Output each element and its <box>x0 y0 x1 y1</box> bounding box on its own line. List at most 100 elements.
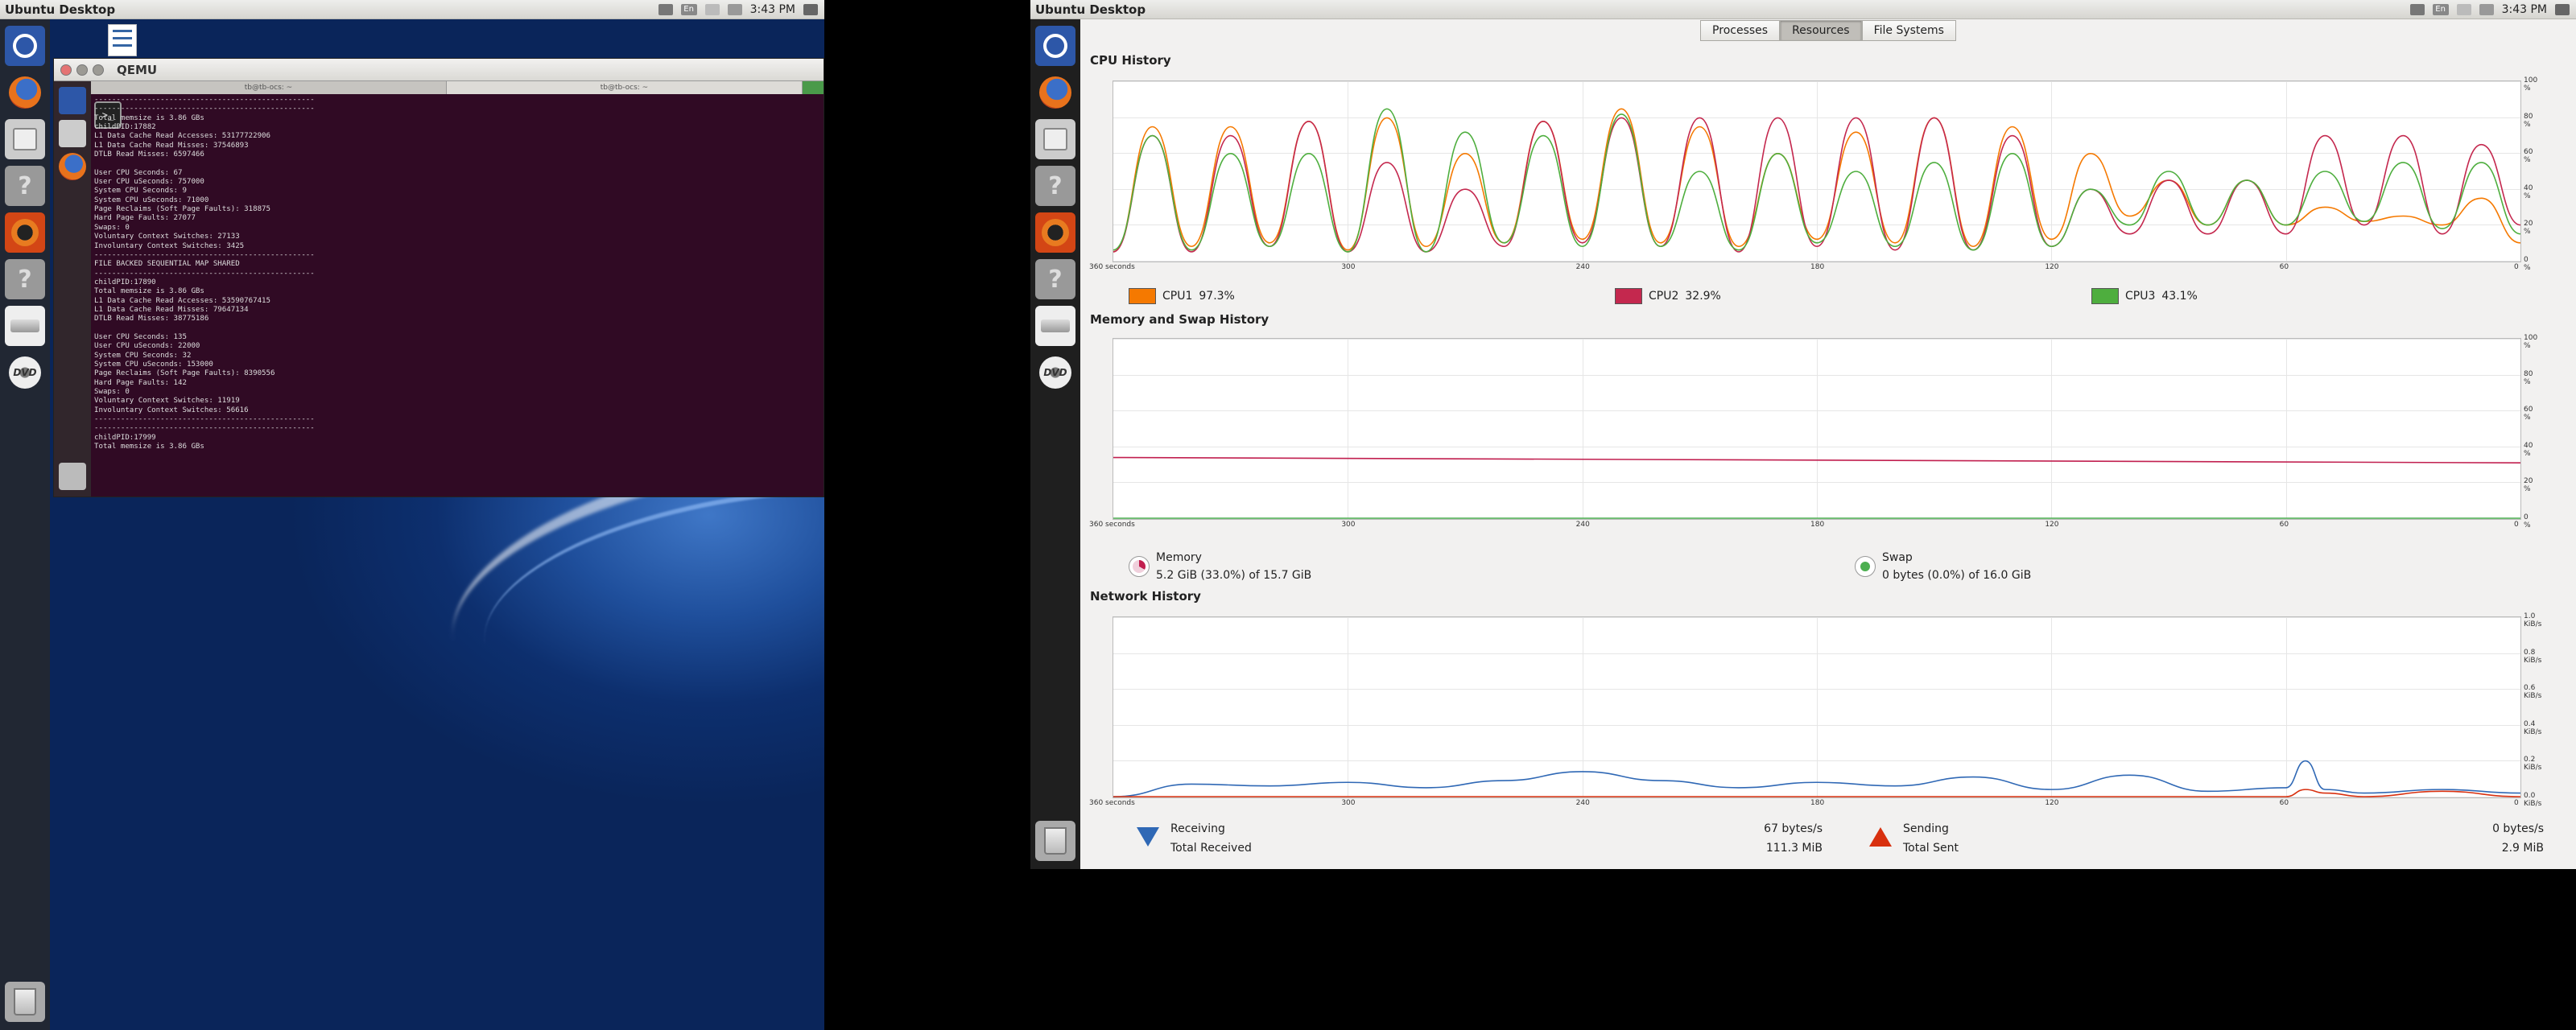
terminal-tab-2[interactable]: tb@tb-ocs: ~ <box>447 81 803 94</box>
guest-display[interactable]: >_ tb@tb-ocs: ~ tb@tb-ocs: ~ -----------… <box>54 81 824 496</box>
minimize-icon[interactable] <box>76 64 88 76</box>
trash-icon-2[interactable] <box>1035 821 1075 861</box>
network-icon-2[interactable] <box>2409 3 2425 15</box>
ubuntu-one-icon[interactable] <box>5 212 45 253</box>
system-monitor: Processes Resources File Systems CPU His… <box>1080 19 2576 869</box>
terminal-tab-1[interactable]: tb@tb-ocs: ~ <box>91 81 447 94</box>
sending-arrow-icon[interactable] <box>1869 827 1892 847</box>
mem-y-tick-label: 80 % <box>2524 369 2533 386</box>
guest-trash-icon[interactable] <box>59 463 86 490</box>
sending-value: 0 bytes/s <box>2492 822 2544 835</box>
dash-home-icon-2[interactable] <box>1035 26 1075 66</box>
mail-icon[interactable] <box>704 3 720 15</box>
cpu-x-tick-label: 240 <box>1575 263 1590 271</box>
desktop-screen-2: Ubuntu Desktop En 3:43 PM ? ? DVD Proces… <box>1030 0 2576 869</box>
mail-icon-2[interactable] <box>2456 3 2471 15</box>
battery-icon-2[interactable] <box>2479 3 2494 15</box>
swap-legend: Swap 0 bytes (0.0%) of 16.0 GiB <box>1855 549 2031 584</box>
swap-label: Swap <box>1882 551 1913 564</box>
dash-home-icon[interactable] <box>5 26 45 66</box>
qemu-window: QEMU >_ tb@tb-ocs: ~ tb@tb-ocs: ~ ------… <box>53 58 824 497</box>
swap-pie-icon[interactable] <box>1855 556 1876 577</box>
clock-2[interactable]: 3:43 PM <box>2502 3 2547 16</box>
disk-drive-icon-2[interactable] <box>1035 306 1075 346</box>
mem-x-tick-label: 300 <box>1341 521 1356 529</box>
unknown-app-icon[interactable]: ? <box>5 166 45 206</box>
cpu3-color-swatch[interactable] <box>2091 288 2119 304</box>
terminal-line: User CPU Seconds: 135 <box>94 332 187 341</box>
cpu-x-tick-label: 180 <box>1810 263 1825 271</box>
battery-icon[interactable] <box>727 3 742 15</box>
net-series-receiving <box>1113 760 2520 797</box>
receiving-arrow-icon[interactable] <box>1137 827 1159 847</box>
memory-history-graph: 100 % 80 % 60 % 40 % 20 % 0 % 360 seconds 300 24… <box>1089 334 2537 529</box>
net-x-tick-label: 180 <box>1810 799 1825 807</box>
swap-detail: 0 bytes (0.0%) of 16.0 GiB <box>1882 569 2032 582</box>
mem-y-tick-label: 60 % <box>2524 406 2533 422</box>
terminal-tabs: tb@tb-ocs: ~ tb@tb-ocs: ~ <box>91 81 824 94</box>
dvd-icon-2[interactable]: DVD <box>1035 352 1075 393</box>
net-y-tick-label: 0.2 KiB/s <box>2524 756 2542 772</box>
firefox-icon-2[interactable] <box>1035 72 1075 113</box>
receiving-label: Receiving <box>1170 822 1225 835</box>
unknown-app-icon-3[interactable]: ? <box>1035 166 1075 206</box>
unknown-app-icon-4[interactable]: ? <box>1035 259 1075 299</box>
firefox-icon[interactable] <box>5 72 45 113</box>
network-icon[interactable] <box>658 3 673 15</box>
desktop-file-icon[interactable] <box>108 24 137 56</box>
guest-files-icon[interactable] <box>59 120 86 147</box>
cpu1-legend: CPU1 97.3% <box>1129 288 1235 304</box>
cpu-y-tick-label: 40 % <box>2524 183 2533 200</box>
cpu-x-tick-label: 0 <box>2514 263 2519 271</box>
guest-firefox-icon[interactable] <box>59 153 86 180</box>
new-tab-icon[interactable] <box>803 81 824 94</box>
cpu-x-tick-label: 300 <box>1341 263 1356 271</box>
files-icon[interactable] <box>5 119 45 159</box>
close-icon[interactable] <box>60 64 72 76</box>
tab-processes[interactable]: Processes <box>1700 20 1781 41</box>
tab-resources[interactable]: Resources <box>1780 20 1862 41</box>
memory-pie-icon[interactable] <box>1129 556 1150 577</box>
mem-x-tick-label: 180 <box>1810 521 1825 529</box>
files-icon-2[interactable] <box>1035 119 1075 159</box>
net-x-tick-label: 300 <box>1341 799 1356 807</box>
window-title: Ubuntu Desktop <box>5 2 116 17</box>
session-menu-icon[interactable] <box>803 3 818 15</box>
cpu2-color-swatch[interactable] <box>1615 288 1642 304</box>
cpu3-name: CPU3 <box>2125 290 2156 303</box>
cpu-y-tick-label: 0 % <box>2524 256 2531 272</box>
net-x-tick-label: 0 <box>2514 799 2519 807</box>
terminal-line: FILE BACKED SEQUENTIAL MAP SHARED <box>94 260 240 269</box>
terminal-output[interactable]: ----------------------------------------… <box>94 96 819 495</box>
unknown-app-icon-2[interactable]: ? <box>5 259 45 299</box>
desktop-screen-1: Ubuntu Desktop En 3:43 PM ? ? DVD QEMU >… <box>0 0 824 1030</box>
terminal-line: Page Reclaims (Soft Page Faults): 318875 <box>94 205 270 214</box>
ubuntu-one-icon-2[interactable] <box>1035 212 1075 253</box>
trash-icon[interactable] <box>5 982 45 1022</box>
clock[interactable]: 3:43 PM <box>750 3 795 16</box>
mem-x-tick-label: 120 <box>2045 521 2059 529</box>
cpu1-color-swatch[interactable] <box>1129 288 1156 304</box>
cpu-series-cpu3 <box>1113 108 2520 253</box>
terminal-line: System CPU uSeconds: 71000 <box>94 196 209 204</box>
terminal-line: L1 Data Cache Read Misses: 79647134 <box>94 305 249 314</box>
terminal-line: DTLB Read Misses: 6597466 <box>94 150 204 159</box>
dvd-icon[interactable]: DVD <box>5 352 45 393</box>
keyboard-layout-indicator-2[interactable]: En <box>2432 3 2449 15</box>
terminal-line: Total memsize is 3.86 GBs <box>94 113 204 122</box>
cpu-x-tick-label: 120 <box>2045 263 2059 271</box>
keyboard-layout-indicator[interactable]: En <box>680 3 697 15</box>
total-sent-value: 2.9 MiB <box>2501 842 2544 855</box>
tab-file-systems[interactable]: File Systems <box>1861 20 1956 41</box>
guest-dash-icon[interactable] <box>59 87 86 114</box>
disk-drive-icon[interactable] <box>5 306 45 346</box>
mem-plot <box>1113 456 2520 519</box>
maximize-icon[interactable] <box>93 64 104 76</box>
memory-detail: 5.2 GiB (33.0%) of 15.7 GiB <box>1156 569 1312 582</box>
session-menu-icon-2[interactable] <box>2555 3 2570 15</box>
terminal-line: Swaps: 0 <box>94 223 130 232</box>
qemu-title: QEMU <box>117 62 158 77</box>
cpu-plot <box>1113 108 2520 253</box>
